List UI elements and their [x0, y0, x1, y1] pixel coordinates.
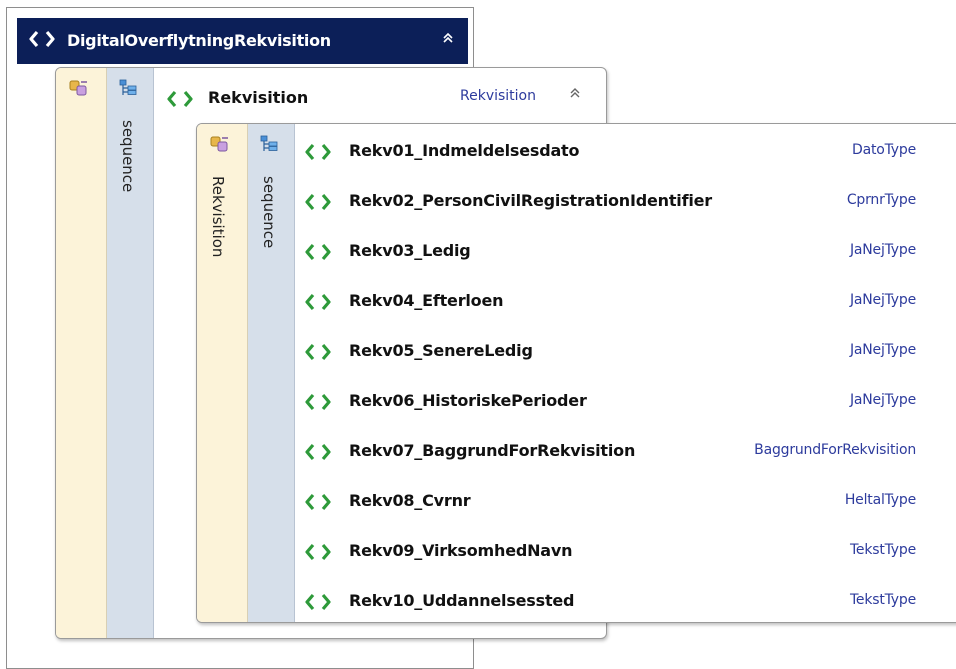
root-element-name: DigitalOverflytningRekvisition: [67, 31, 331, 50]
sequence-strip: sequence: [107, 68, 154, 638]
element-row[interactable]: Rekv09_VirksomhedNavn TekstType: [305, 539, 925, 563]
element-icon: [305, 443, 331, 465]
element-name: Rekv07_BaggrundForRekvisition: [349, 441, 636, 460]
element-name: Rekv05_SenereLedig: [349, 341, 533, 360]
element-icon: [305, 543, 331, 565]
element-type: JaNejType: [849, 292, 916, 308]
element-row[interactable]: Rekv04_Efterloen JaNejType: [305, 289, 925, 313]
element-type: JaNejType: [849, 242, 916, 258]
element-name: Rekv09_VirksomhedNavn: [349, 541, 573, 560]
collapse-icon[interactable]: [441, 31, 455, 49]
sequence-strip: sequence: [248, 124, 295, 622]
element-name: Rekv06_HistoriskePerioder: [349, 391, 587, 410]
element-name: Rekv10_Uddannelsessted: [349, 591, 575, 610]
element-name: Rekv01_Indmeldelsesdato: [349, 141, 580, 160]
element-name: Rekv04_Efterloen: [349, 291, 504, 310]
element-type: JaNejType: [849, 392, 916, 408]
element-type: HeltalType: [844, 492, 916, 508]
element-name: Rekv02_PersonCivilRegistrationIdentifier: [349, 191, 712, 210]
element-name: Rekv03_Ledig: [349, 241, 471, 260]
element-row[interactable]: Rekv03_Ledig JaNejType: [305, 239, 925, 263]
sequence-icon: [119, 78, 139, 102]
sequence-icon: [260, 134, 280, 158]
element-row[interactable]: Rekv07_BaggrundForRekvisition BaggrundFo…: [305, 439, 925, 463]
rekvisition-complex-type-panel: Rekvisition sequence Rekv01_Indmeldelses…: [196, 123, 956, 623]
element-type: TekstType: [849, 592, 916, 608]
element-type[interactable]: Rekvisition: [460, 88, 536, 104]
element-type: TekstType: [849, 542, 916, 558]
element-type: JaNejType: [849, 342, 916, 358]
element-row[interactable]: Rekv10_Uddannelsessted TekstType: [305, 589, 925, 613]
complex-type-icon: [68, 78, 90, 102]
complex-type-strip: [56, 68, 107, 638]
element-row[interactable]: Rekv02_PersonCivilRegistrationIdentifier…: [305, 189, 925, 213]
element-name: Rekv08_Cvrnr: [349, 491, 471, 510]
element-icon: [305, 343, 331, 365]
element-icon: [305, 193, 331, 215]
complex-type-strip: Rekvisition: [197, 124, 248, 622]
element-icon: [305, 293, 331, 315]
element-icon: [305, 143, 331, 165]
element-row[interactable]: Rekv08_Cvrnr HeltalType: [305, 489, 925, 513]
element-type: DatoType: [852, 142, 916, 158]
element-icon: [305, 243, 331, 265]
element-type: CprnrType: [846, 192, 916, 208]
element-icon: [29, 30, 55, 52]
element-icon: [305, 493, 331, 515]
element-icon: [167, 90, 193, 112]
complex-type-label: Rekvisition: [209, 176, 227, 258]
element-row[interactable]: Rekv05_SenereLedig JaNejType: [305, 339, 925, 363]
element-row[interactable]: Rekv01_Indmeldelsesdato DatoType: [305, 139, 925, 163]
element-icon: [305, 593, 331, 615]
element-name[interactable]: Rekvisition: [208, 88, 308, 107]
element-row[interactable]: Rekv06_HistoriskePerioder JaNejType: [305, 389, 925, 413]
sequence-label: sequence: [119, 120, 137, 193]
sequence-label: sequence: [260, 176, 278, 249]
root-element-header[interactable]: DigitalOverflytningRekvisition: [17, 18, 468, 64]
complex-type-icon: [209, 134, 231, 158]
element-type: BaggrundForRekvisition: [754, 442, 916, 458]
collapse-icon[interactable]: [568, 86, 582, 104]
element-icon: [305, 393, 331, 415]
